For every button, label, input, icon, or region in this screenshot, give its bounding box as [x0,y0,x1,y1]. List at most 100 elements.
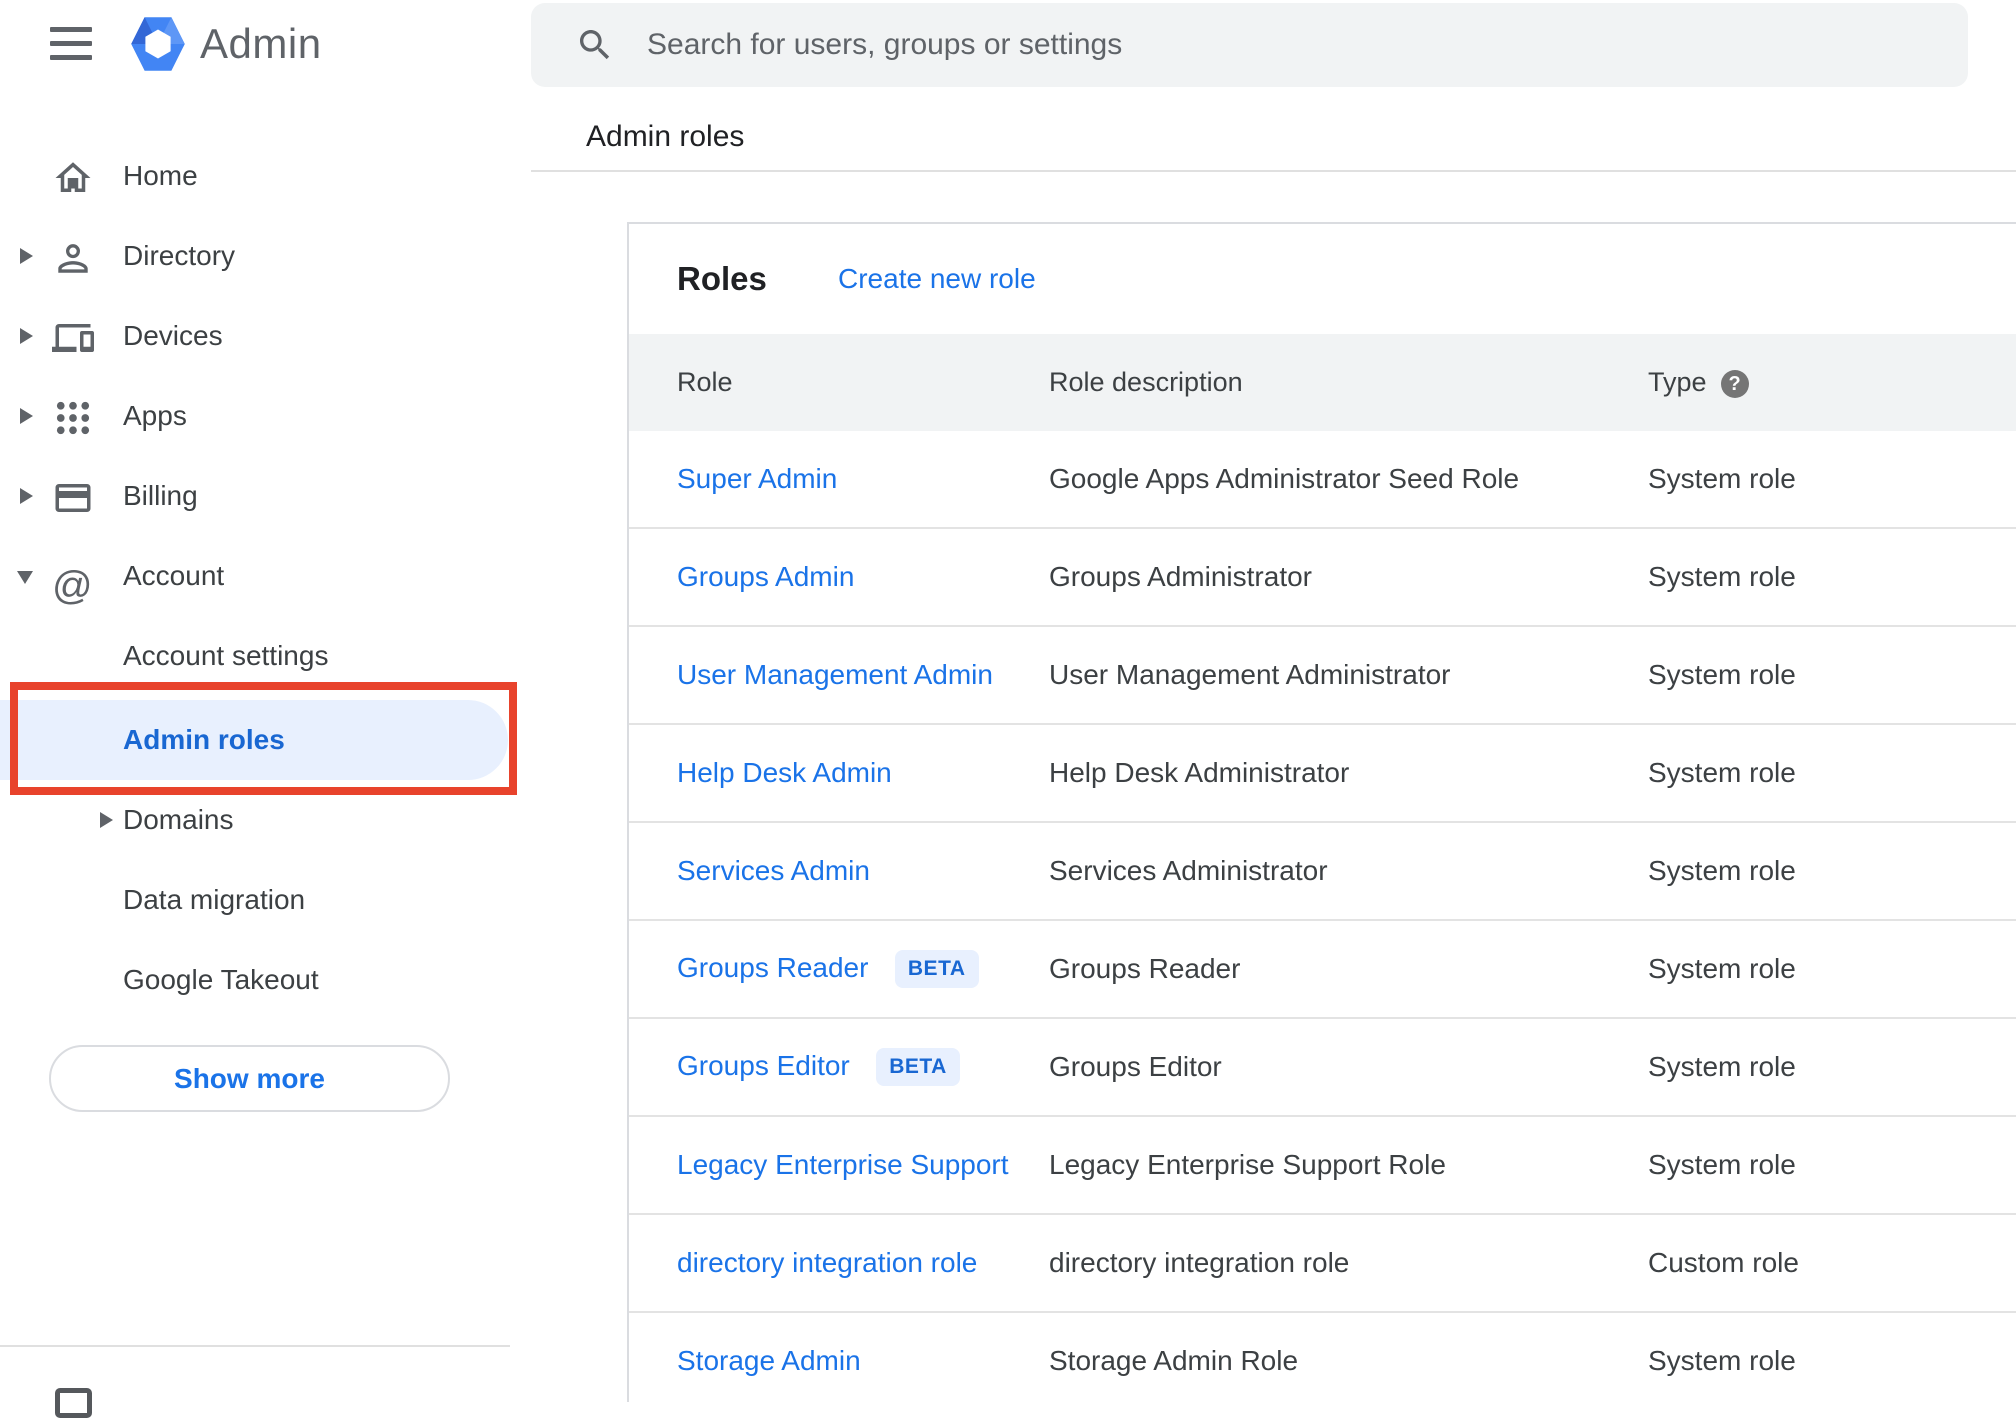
apps-grid-icon [52,395,94,437]
sidebar-item-billing[interactable]: Billing [0,456,531,536]
role-link[interactable]: Legacy Enterprise Support [677,1149,1009,1180]
expand-right-icon[interactable] [20,408,33,424]
role-cell: directory integration role [677,1247,1049,1279]
role-type: System role [1648,1149,1796,1180]
role-link[interactable]: Super Admin [677,463,837,494]
sidebar-item-label: Account settings [123,640,329,671]
home-icon [52,155,94,197]
at-icon: @ [52,564,93,608]
role-cell: Super Admin [677,463,1049,495]
table-row: directory integration role directory int… [629,1215,2016,1313]
sidebar-item-label: Directory [123,240,236,271]
role-type: System role [1648,659,1796,690]
role-link[interactable]: Storage Admin [677,1345,861,1376]
role-description: Legacy Enterprise Support Role [1049,1149,1446,1180]
breadcrumb: Admin roles [586,120,745,153]
column-header-type: Type? [1648,334,1749,431]
role-cell: Groups Admin [677,561,1049,593]
role-cell: Groups Editor BETA [677,1048,1049,1086]
role-link[interactable]: User Management Admin [677,659,993,690]
sidebar-item-label: Account [123,560,225,591]
role-link[interactable]: Groups Reader [677,952,868,983]
role-description: directory integration role [1049,1247,1350,1278]
help-icon[interactable]: ? [1720,369,1749,398]
expand-right-icon[interactable] [20,248,33,264]
credit-card-icon [52,475,94,517]
role-link[interactable]: Help Desk Admin [677,757,892,788]
sidebar-item-label: Apps [123,400,187,431]
role-description: Storage Admin Role [1049,1345,1299,1376]
devices-icon [52,315,94,357]
menu-icon[interactable] [50,27,92,60]
role-description: Groups Editor [1049,1051,1222,1082]
expand-right-icon[interactable] [100,812,113,828]
role-type: Custom role [1648,1247,1799,1278]
role-link[interactable]: Services Admin [677,855,870,886]
role-cell: Legacy Enterprise Support [677,1149,1049,1181]
beta-badge: BETA [876,1048,960,1086]
table-row: Help Desk Admin Help Desk Administrator … [629,725,2016,823]
expand-down-icon[interactable] [17,571,33,584]
table-header-row: Role Role description Type? [629,334,2016,431]
column-header-description: Role description [1049,367,1243,397]
role-description: Google Apps Administrator Seed Role [1049,463,1520,494]
search-bar[interactable] [531,3,1968,87]
roles-card: Roles Create new role Role Role descript… [627,222,2016,1402]
clipped-bottom-icon [55,1388,92,1418]
expand-right-icon[interactable] [20,328,33,344]
table-row: Storage Admin Storage Admin Role System … [629,1313,2016,1402]
role-description: Services Administrator [1049,855,1328,886]
expand-right-icon[interactable] [20,488,33,504]
sidebar-item-account[interactable]: @ Account [0,536,531,616]
role-cell: Groups Reader BETA [677,950,1049,988]
sidebar-item-label: Admin roles [123,724,285,755]
role-cell: Storage Admin [677,1345,1049,1377]
sidebar-divider [0,1345,510,1347]
table-body: Super Admin Google Apps Administrator Se… [629,431,2016,1402]
content-divider [531,170,2016,172]
table-row: Services Admin Services Administrator Sy… [629,823,2016,921]
sidebar-item-label: Devices [123,320,223,351]
role-description: Help Desk Administrator [1049,757,1350,788]
role-type: System role [1648,463,1796,494]
role-description: Groups Administrator [1049,561,1312,592]
role-type: System role [1648,1051,1796,1082]
table-row: User Management Admin User Management Ad… [629,627,2016,725]
admin-logo-icon [129,15,187,78]
role-link[interactable]: directory integration role [677,1247,977,1278]
role-type: System role [1648,953,1796,984]
person-icon [52,235,94,277]
role-cell: Help Desk Admin [677,757,1049,789]
role-type: System role [1648,1345,1796,1376]
role-type: System role [1648,561,1796,592]
role-link[interactable]: Groups Editor [677,1050,850,1081]
role-cell: Services Admin [677,855,1049,887]
sidebar: Admin Home Directory Devices Apps Billin… [0,0,531,1418]
sidebar-item-data-migration[interactable]: Data migration [0,860,531,940]
sidebar-item-label: Google Takeout [123,964,319,995]
role-link[interactable]: Groups Admin [677,561,854,592]
create-new-role-link[interactable]: Create new role [838,224,1036,334]
table-row: Groups Editor BETA Groups Editor System … [629,1019,2016,1117]
sidebar-item-admin-roles[interactable]: Admin roles [0,700,508,780]
table-row: Super Admin Google Apps Administrator Se… [629,431,2016,529]
sidebar-item-home[interactable]: Home [0,136,531,216]
card-header: Roles Create new role [629,224,2016,334]
sidebar-item-account-settings[interactable]: Account settings [0,616,531,696]
role-description: Groups Reader [1049,953,1241,984]
table-row: Legacy Enterprise Support Legacy Enterpr… [629,1117,2016,1215]
search-input[interactable] [647,3,1927,87]
table-row: Groups Admin Groups Administrator System… [629,529,2016,627]
sidebar-item-domains[interactable]: Domains [0,780,531,860]
show-more-button[interactable]: Show more [49,1045,450,1112]
sidebar-item-label: Billing [123,480,198,511]
sidebar-item-devices[interactable]: Devices [0,296,531,376]
sidebar-item-apps[interactable]: Apps [0,376,531,456]
table-row: Groups Reader BETA Groups Reader System … [629,921,2016,1019]
search-icon [580,30,610,60]
column-header-role: Role [677,367,733,397]
sidebar-item-label: Home [123,160,198,191]
role-cell: User Management Admin [677,659,1049,691]
sidebar-item-directory[interactable]: Directory [0,216,531,296]
sidebar-item-google-takeout[interactable]: Google Takeout [0,940,531,1020]
